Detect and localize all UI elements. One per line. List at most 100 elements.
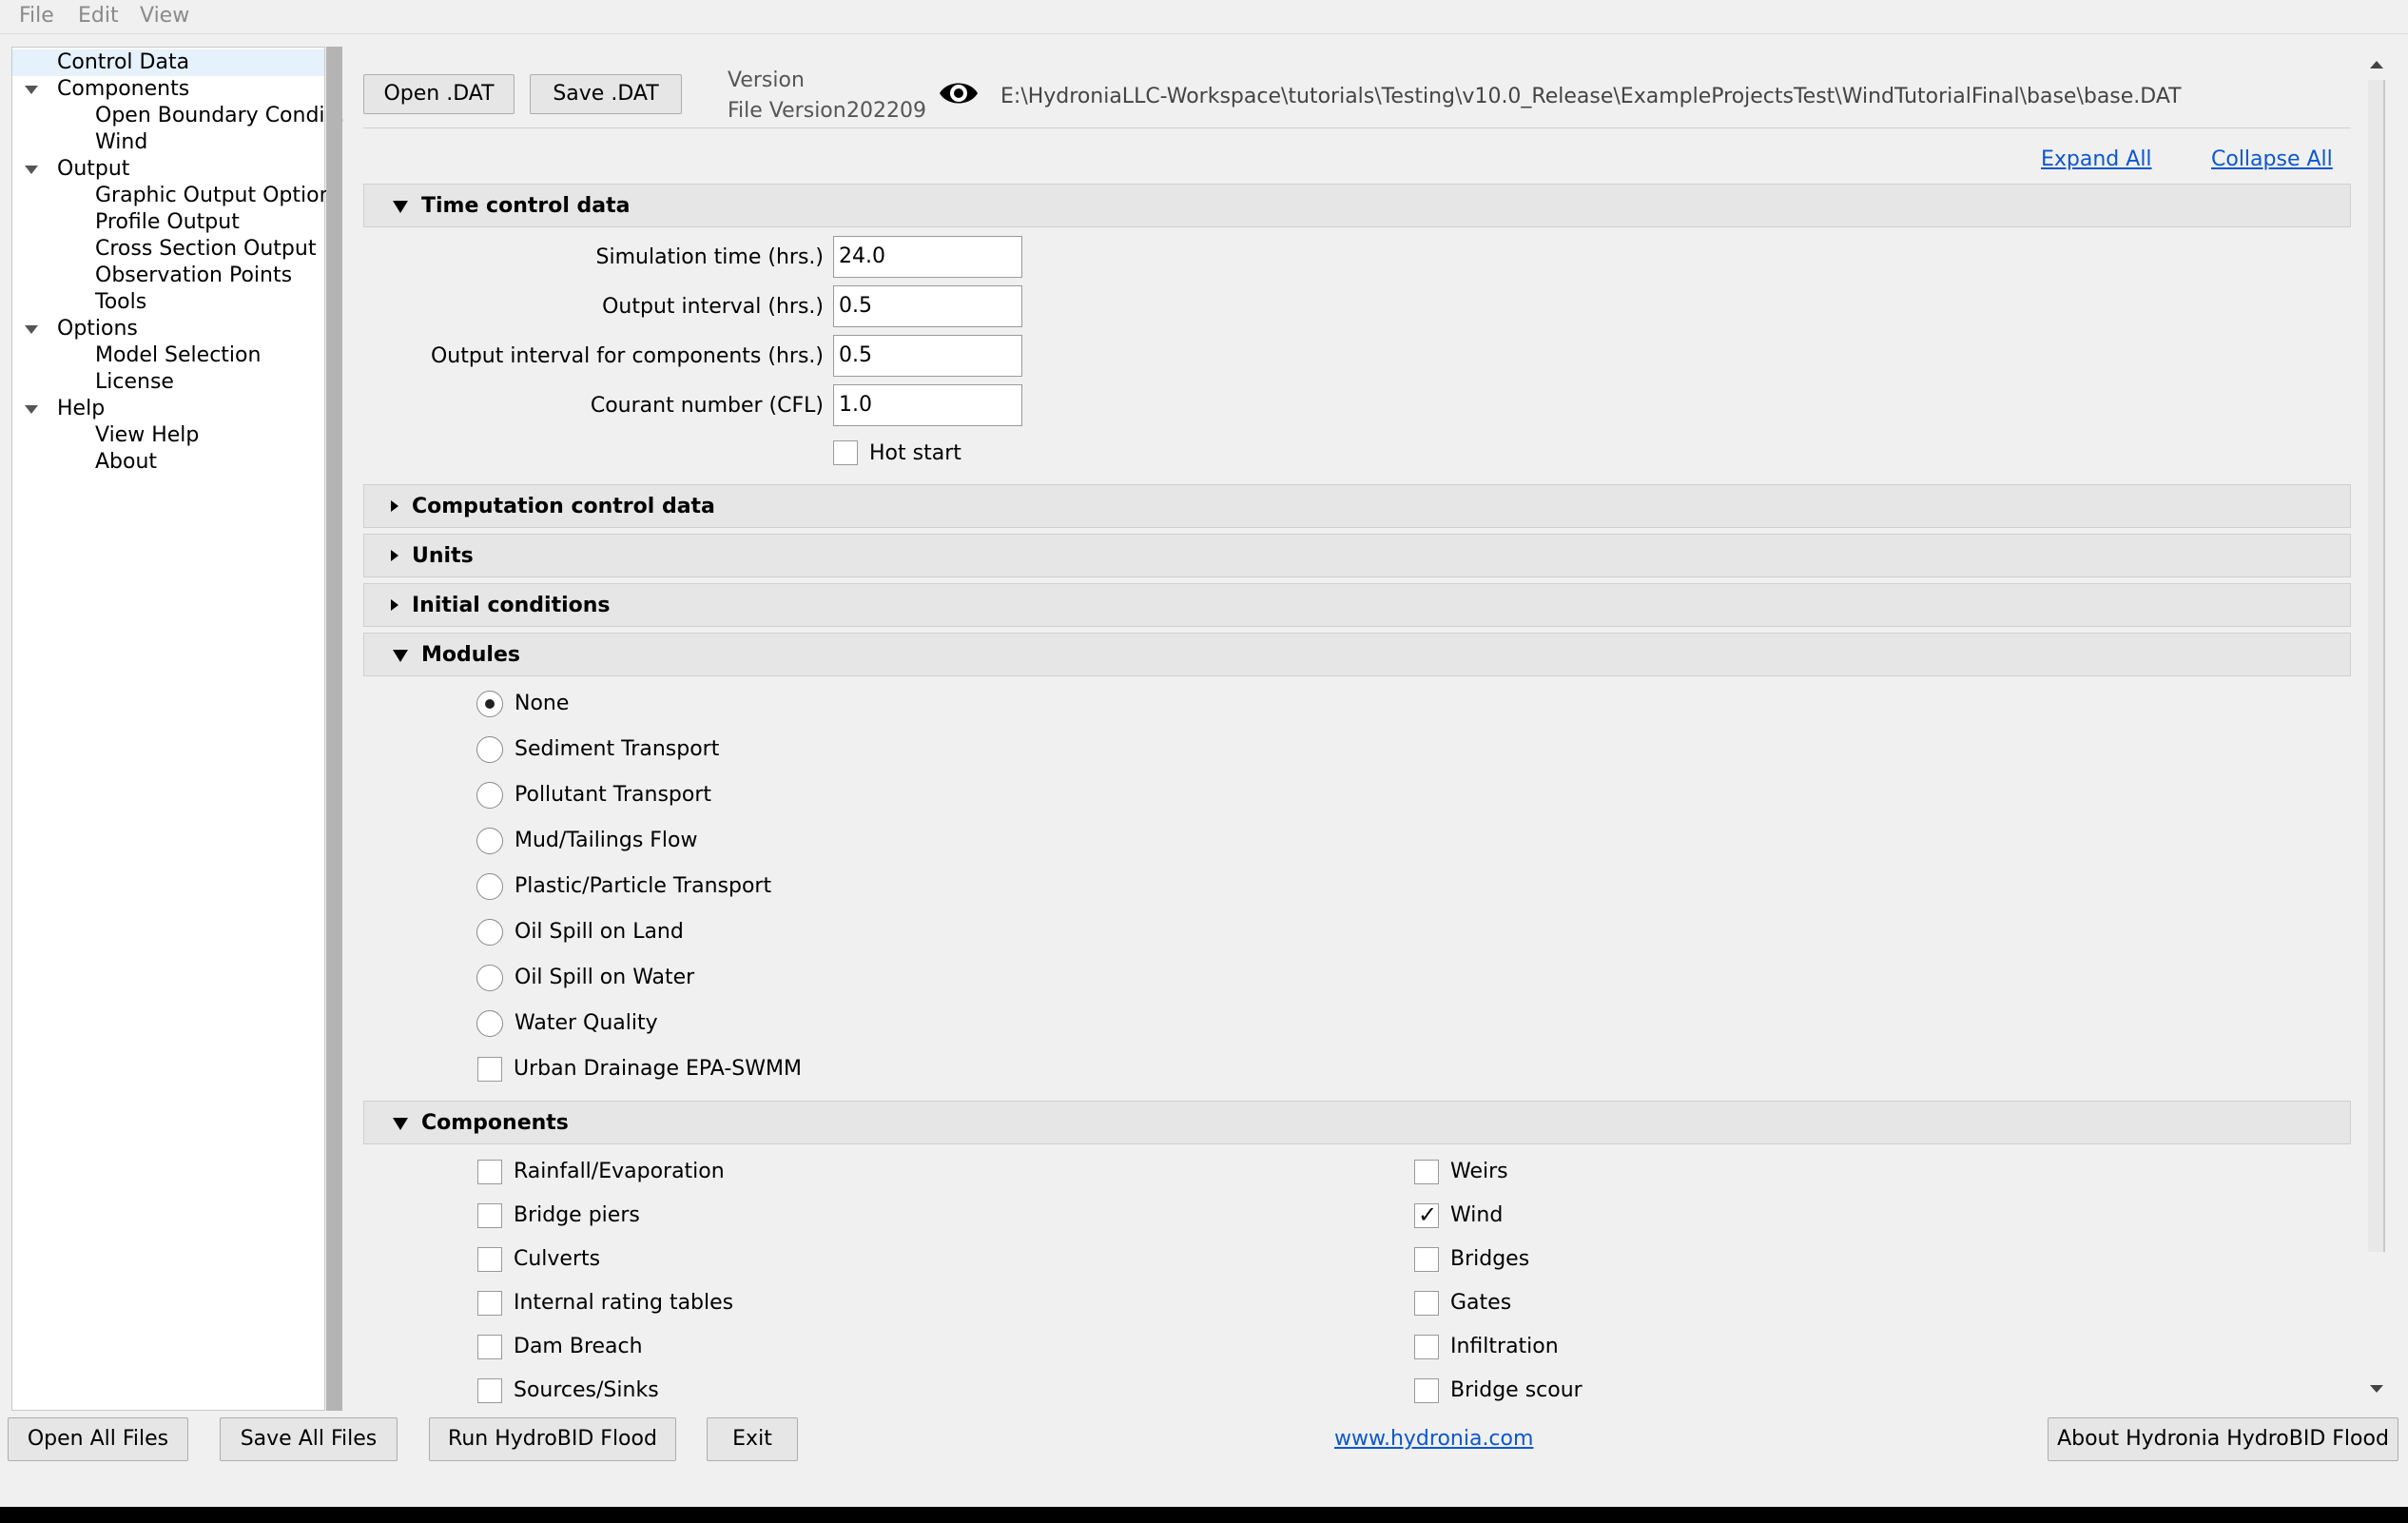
open-all-files-label: Open All Files	[27, 1427, 169, 1451]
module-label: Oil Spill on Land	[515, 920, 684, 944]
save-all-files-button[interactable]: Save All Files	[220, 1417, 398, 1461]
tree-item-observation-points[interactable]: Observation Points	[12, 263, 324, 289]
component-checkbox-bridge-scour[interactable]	[1414, 1378, 1439, 1403]
component-label: Wind	[1450, 1203, 1504, 1227]
section-initial-conditions[interactable]: Initial conditions	[363, 583, 2351, 627]
section-computation-control[interactable]: Computation control data	[363, 484, 2351, 528]
tree-item-control-data[interactable]: Control Data	[12, 49, 324, 76]
component-checkbox-dam-breach[interactable]	[477, 1335, 502, 1359]
app-window: File Edit View Control Data Components O…	[0, 0, 2408, 1507]
expand-all-link[interactable]: Expand All	[2041, 147, 2152, 171]
section-components[interactable]: Components	[363, 1101, 2351, 1144]
component-checkbox-sources-sinks[interactable]	[477, 1378, 502, 1403]
component-checkbox-rainfall[interactable]	[477, 1160, 502, 1184]
tree-item-components[interactable]: Components	[12, 76, 324, 103]
menu-edit[interactable]: Edit	[78, 4, 119, 28]
run-hydrobid-button[interactable]: Run HydroBID Flood	[429, 1417, 676, 1461]
collapse-all-link[interactable]: Collapse All	[2211, 147, 2333, 171]
tree-item-license[interactable]: License	[12, 369, 324, 396]
tree-item-profile-output[interactable]: Profile Output	[12, 209, 324, 236]
section-modules[interactable]: Modules	[363, 633, 2351, 676]
open-all-files-button[interactable]: Open All Files	[8, 1417, 188, 1461]
tree-item-label: Help	[57, 397, 106, 420]
module-label: Plastic/Particle Transport	[515, 874, 772, 898]
scrollbar-track[interactable]	[2368, 80, 2385, 1374]
tree-item-about[interactable]: About	[12, 449, 324, 476]
component-label: Bridges	[1450, 1247, 1530, 1271]
component-checkbox-culverts[interactable]	[477, 1247, 502, 1272]
module-radio-sediment[interactable]	[476, 736, 503, 763]
website-link[interactable]: www.hydronia.com	[1334, 1427, 1533, 1451]
component-checkbox-rating-tables[interactable]	[477, 1291, 502, 1316]
checkmark-icon: ✓	[1418, 1201, 1438, 1228]
simulation-time-input[interactable]: 24.0	[833, 236, 1022, 278]
tree-item-model-selection[interactable]: Model Selection	[12, 342, 324, 369]
tree-item-open-boundary[interactable]: Open Boundary Condi...	[12, 103, 345, 129]
section-time-control[interactable]: Time control data	[363, 184, 2351, 227]
swmm-checkbox[interactable]	[477, 1057, 502, 1082]
component-checkbox-bridges[interactable]	[1414, 1247, 1439, 1272]
tree-item-label: Control Data	[57, 50, 190, 74]
menu-file[interactable]: File	[19, 4, 54, 28]
courant-number-label: Courant number (CFL)	[590, 394, 824, 418]
hot-start-checkbox[interactable]	[833, 440, 858, 465]
tree-item-wind[interactable]: Wind	[12, 129, 324, 156]
eye-icon[interactable]	[938, 78, 980, 108]
section-title: Computation control data	[412, 495, 715, 518]
run-hydrobid-label: Run HydroBID Flood	[448, 1427, 657, 1451]
tree-item-label: Observation Points	[95, 264, 293, 287]
courant-number-input[interactable]: 1.0	[833, 384, 1022, 426]
module-radio-oil-land[interactable]	[476, 919, 503, 946]
open-dat-label: Open .DAT	[383, 82, 495, 106]
open-dat-button[interactable]: Open .DAT	[363, 74, 515, 114]
chevron-down-icon[interactable]	[25, 325, 38, 334]
output-interval-components-input[interactable]: 0.5	[833, 335, 1022, 377]
hot-start-label: Hot start	[869, 441, 961, 465]
section-units[interactable]: Units	[363, 534, 2351, 577]
main-scrollbar[interactable]	[2362, 53, 2391, 1400]
module-radio-plastic[interactable]	[476, 873, 503, 900]
tree-item-options[interactable]: Options	[12, 316, 324, 342]
file-path: E:\HydroniaLLC-Workspace\tutorials\Testi…	[1000, 85, 2182, 108]
tree-item-label: Profile Output	[95, 210, 240, 234]
about-hydronia-button[interactable]: About Hydronia HydroBID Flood	[2048, 1417, 2398, 1461]
component-label: Gates	[1450, 1291, 1512, 1315]
module-radio-water-quality[interactable]	[476, 1010, 503, 1037]
save-dat-button[interactable]: Save .DAT	[530, 74, 682, 114]
swmm-label: Urban Drainage EPA-SWMM	[514, 1057, 802, 1081]
module-radio-oil-water[interactable]	[476, 965, 503, 991]
output-interval-input[interactable]: 0.5	[833, 285, 1022, 327]
tree-item-output[interactable]: Output	[12, 156, 324, 183]
module-radio-pollutant[interactable]	[476, 782, 503, 809]
tree-item-tools[interactable]: Tools	[12, 289, 324, 316]
chevron-down-icon[interactable]	[25, 405, 38, 414]
module-label: Mud/Tailings Flow	[515, 829, 698, 852]
section-title: Components	[421, 1111, 569, 1135]
component-label: Bridge piers	[514, 1203, 640, 1227]
scroll-down-icon[interactable]	[2370, 1385, 2383, 1393]
component-checkbox-bridge-piers[interactable]	[477, 1203, 502, 1228]
scrollbar-thumb[interactable]	[2368, 80, 2385, 1252]
component-checkbox-infiltration[interactable]	[1414, 1335, 1439, 1359]
sidebar-splitter[interactable]	[326, 47, 342, 1411]
module-radio-mud[interactable]	[476, 828, 503, 854]
chevron-down-icon[interactable]	[25, 86, 38, 94]
chevron-down-icon	[393, 201, 408, 213]
tree-item-graphic-output[interactable]: Graphic Output Options	[12, 183, 343, 209]
tree-item-help[interactable]: Help	[12, 396, 324, 422]
component-checkbox-weirs[interactable]	[1414, 1160, 1439, 1184]
tree-item-label: Graphic Output Options	[95, 184, 343, 207]
tree-item-view-help[interactable]: View Help	[12, 422, 324, 449]
scroll-up-icon[interactable]	[2370, 61, 2383, 68]
chevron-down-icon[interactable]	[25, 166, 38, 174]
tree-item-cross-section-output[interactable]: Cross Section Output	[12, 236, 324, 263]
exit-button[interactable]: Exit	[707, 1417, 798, 1461]
section-title: Initial conditions	[412, 594, 611, 617]
tree-item-label: Components	[57, 77, 190, 101]
menu-view[interactable]: View	[140, 4, 189, 28]
tree-item-label: Model Selection	[95, 343, 262, 367]
module-radio-none[interactable]	[476, 691, 503, 717]
simulation-time-label: Simulation time (hrs.)	[595, 245, 825, 269]
component-checkbox-gates[interactable]	[1414, 1291, 1439, 1316]
component-checkbox-wind[interactable]: ✓	[1414, 1201, 1439, 1228]
